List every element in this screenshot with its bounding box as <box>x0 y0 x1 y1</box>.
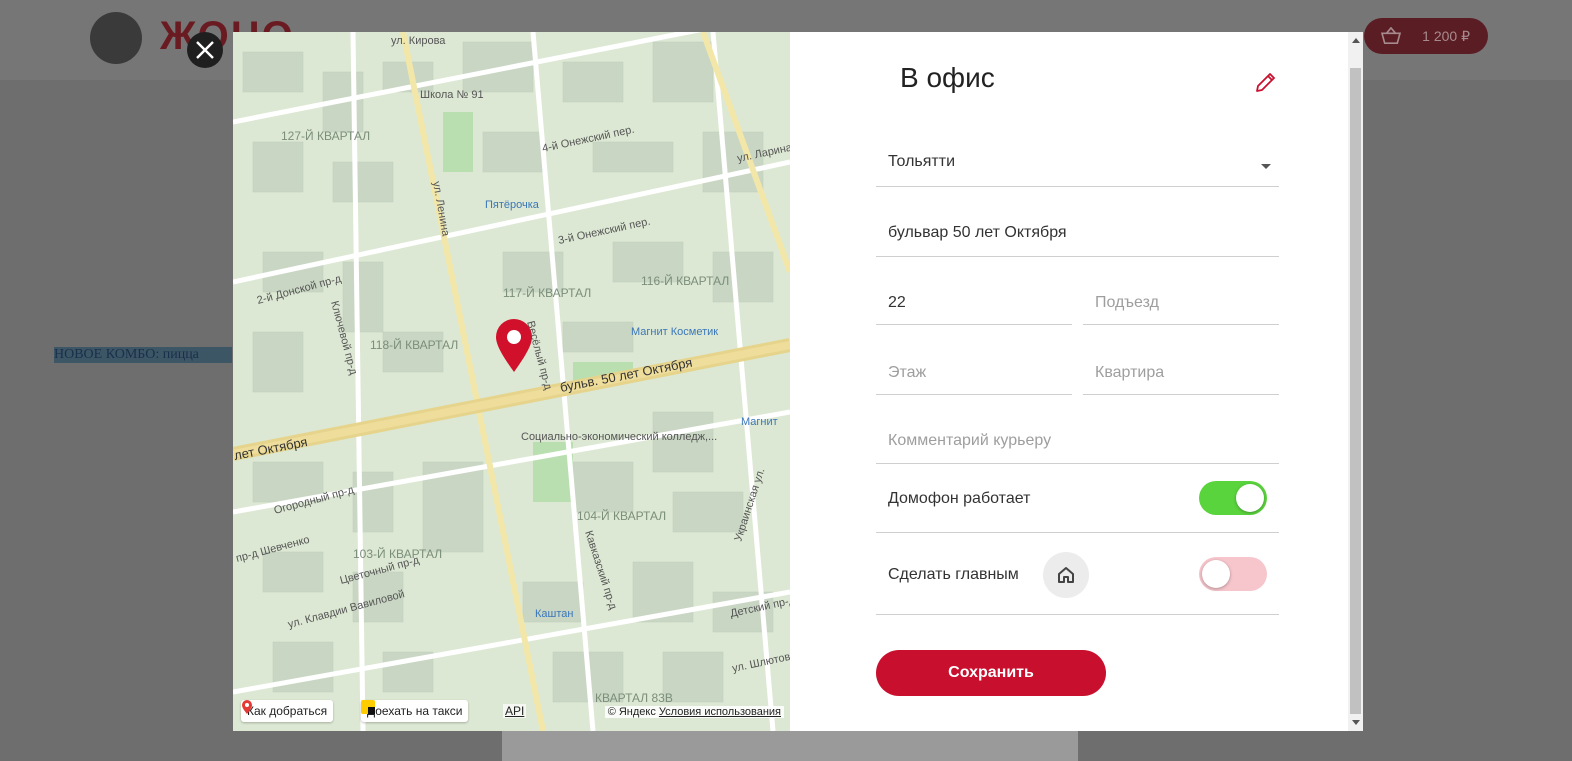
divider <box>876 532 1279 533</box>
entrance-input[interactable]: Подъезд <box>1083 282 1279 325</box>
street-input[interactable]: бульвар 50 лет Октября <box>876 212 1279 257</box>
map-label: Каштан <box>535 608 573 620</box>
save-button[interactable]: Сохранить <box>876 650 1106 696</box>
house-input[interactable]: 22 <box>876 282 1072 325</box>
divider <box>876 614 1279 615</box>
route-button[interactable]: Как добраться <box>241 700 334 722</box>
map-canvas[interactable]: ул. Кирова Школа № 91 127-Й КВАРТАЛ 4-й … <box>233 32 790 731</box>
toggle-knob <box>1202 560 1230 588</box>
intercom-label: Домофон работает <box>888 490 1031 507</box>
address-form: В офис Тольятти бульвар 50 лет Октября 2… <box>790 32 1348 731</box>
map-label: 117-Й КВАРТАЛ <box>503 285 591 300</box>
map-label: ул. Кирова <box>391 35 446 47</box>
home-badge <box>1043 552 1089 598</box>
scrollbar-thumb[interactable] <box>1350 68 1361 714</box>
form-title: В офис <box>900 62 995 93</box>
terms-link[interactable]: Условия использования <box>659 706 781 718</box>
floor-input[interactable]: Этаж <box>876 352 1072 395</box>
map-label: Пятёрочка <box>485 199 540 211</box>
taxi-icon <box>361 700 375 714</box>
cart-button[interactable]: 1 200 ₽ <box>1364 18 1488 54</box>
copyright-text: © Яндекс <box>607 706 656 718</box>
map-label: Социально-экономический колледж,... <box>521 431 717 443</box>
map-label: 127-Й КВАРТАЛ <box>281 128 370 143</box>
taxi-button[interactable]: Доехать на такси <box>361 700 469 722</box>
close-icon <box>196 41 214 59</box>
map-label: 116-Й КВАРТАЛ <box>641 273 729 288</box>
page-content-box <box>502 731 1078 761</box>
map-label: 104-Й КВАРТАЛ <box>577 508 666 523</box>
scrollbar[interactable] <box>1348 32 1363 731</box>
map-label: Магнит Косметик <box>631 326 718 338</box>
close-button[interactable] <box>187 32 223 68</box>
map[interactable]: ул. Кирова Школа № 91 127-Й КВАРТАЛ 4-й … <box>233 32 790 731</box>
make-main-toggle[interactable] <box>1199 557 1267 591</box>
intercom-toggle[interactable] <box>1199 481 1267 515</box>
map-label: Магнит <box>741 416 778 428</box>
courier-comment-input[interactable]: Комментарий курьеру <box>876 422 1279 464</box>
address-modal: ул. Кирова Школа № 91 127-Й КВАРТАЛ 4-й … <box>233 32 1363 731</box>
city-value: Тольятти <box>888 153 955 170</box>
scroll-up-arrow-icon[interactable] <box>1352 38 1360 43</box>
parrot-logo-icon <box>90 12 142 64</box>
cart-total: 1 200 ₽ <box>1422 27 1470 44</box>
combo-banner-image[interactable]: НОВОЕ КОМБО: пицца <box>54 347 232 363</box>
city-select[interactable]: Тольятти <box>876 142 1279 187</box>
home-icon <box>1058 567 1074 583</box>
map-label: КВАРТАЛ 83В <box>595 691 673 705</box>
scroll-down-arrow-icon[interactable] <box>1352 720 1360 725</box>
map-label: 118-Й КВАРТАЛ <box>370 337 458 352</box>
api-link[interactable]: API <box>503 704 527 718</box>
map-label: Школа № 91 <box>420 89 484 101</box>
chevron-down-icon <box>1261 164 1271 169</box>
toggle-knob <box>1236 484 1264 512</box>
make-main-label: Сделать главным <box>888 566 1019 583</box>
pencil-edit-icon[interactable] <box>1254 70 1278 94</box>
pin-icon <box>242 700 252 714</box>
map-copyright: © Яндекс Условия использования <box>604 706 784 718</box>
apartment-input[interactable]: Квартира <box>1083 352 1279 395</box>
basket-icon <box>1380 27 1402 45</box>
